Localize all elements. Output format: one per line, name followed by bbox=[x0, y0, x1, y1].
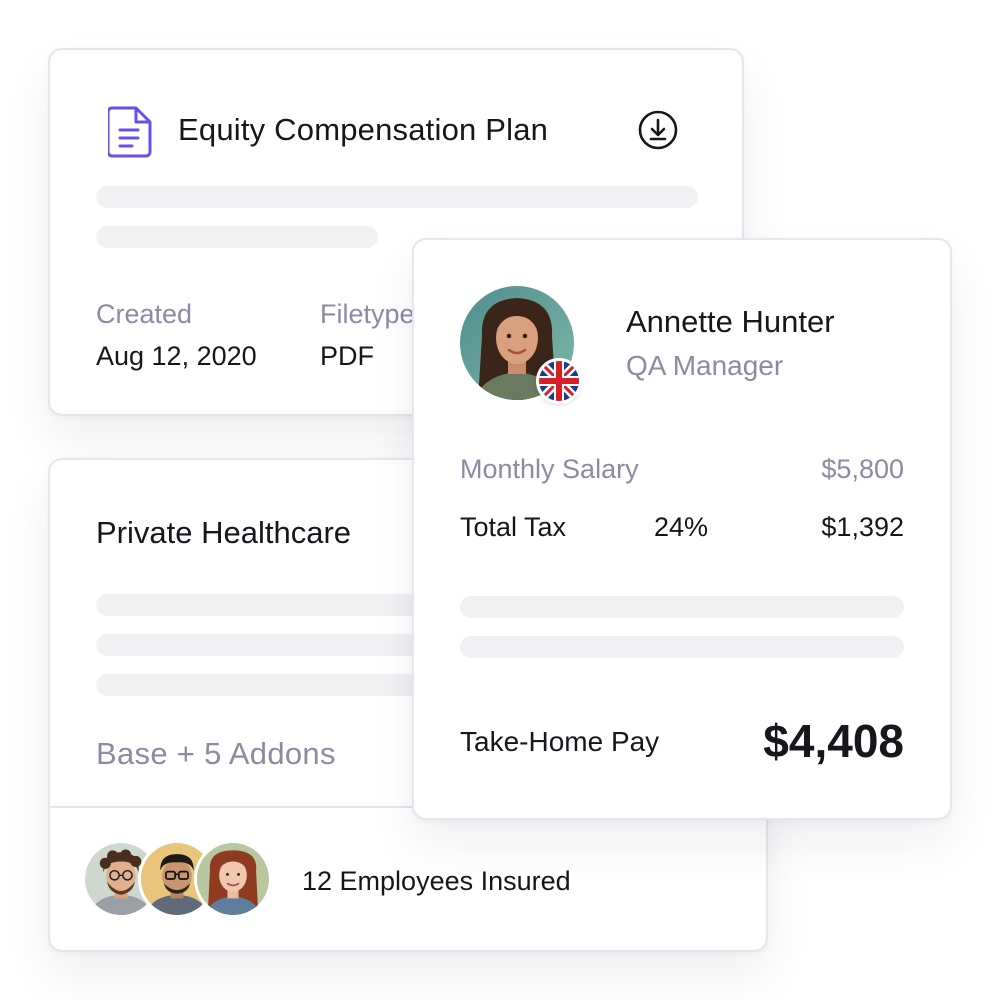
monthly-salary-value: $5,800 bbox=[821, 454, 904, 484]
skeleton-line bbox=[460, 596, 904, 618]
healthcare-plan: Base + 5 Addons bbox=[96, 736, 336, 771]
total-tax-value: $1,392 bbox=[821, 512, 904, 542]
download-icon[interactable] bbox=[636, 108, 680, 152]
document-icon bbox=[108, 106, 152, 158]
employee-avatars bbox=[82, 840, 282, 920]
monthly-salary-label: Monthly Salary bbox=[460, 454, 639, 484]
employee-salary-card: Annette Hunter QA Manager Monthly Salary… bbox=[412, 238, 952, 820]
employees-insured-text: 12 Employees Insured bbox=[302, 866, 571, 896]
created-label: Created bbox=[96, 299, 193, 329]
take-home-pay-value: $4,408 bbox=[763, 715, 904, 767]
healthcare-title: Private Healthcare bbox=[96, 515, 352, 550]
skeleton-line bbox=[96, 186, 698, 208]
total-tax-label: Total Tax bbox=[460, 512, 567, 542]
employee-role: QA Manager bbox=[626, 350, 784, 381]
created-value: Aug 12, 2020 bbox=[96, 341, 257, 371]
filetype-value: PDF bbox=[320, 341, 374, 371]
total-tax-percent: 24% bbox=[654, 512, 709, 542]
avatar bbox=[194, 840, 272, 918]
equity-plan-title: Equity Compensation Plan bbox=[178, 112, 549, 147]
skeleton-line bbox=[96, 226, 378, 248]
take-home-pay-label: Take-Home Pay bbox=[460, 726, 660, 757]
employee-name: Annette Hunter bbox=[626, 304, 835, 339]
employee-avatar-group bbox=[460, 286, 582, 406]
uk-flag-icon bbox=[536, 358, 582, 404]
skeleton-line bbox=[460, 636, 904, 658]
filetype-label: Filetype bbox=[320, 299, 415, 329]
